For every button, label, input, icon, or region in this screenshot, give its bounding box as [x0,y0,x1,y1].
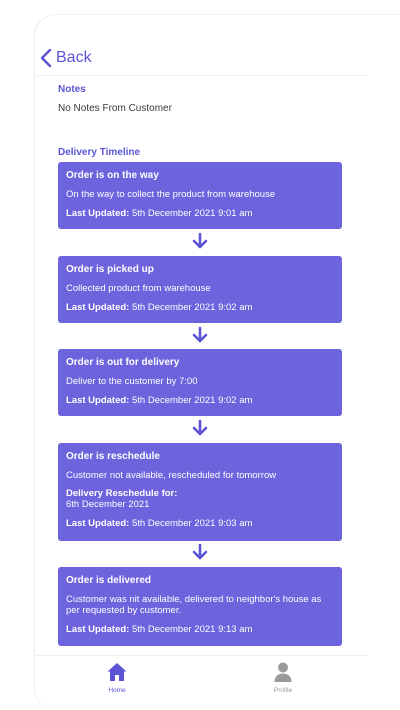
timeline-card: Order is delivered Customer was nit avai… [58,567,342,646]
back-label: Back [56,49,92,66]
card-title: Order is picked up [66,264,154,275]
arrow-down-icon [191,326,209,344]
header-divider [36,75,368,76]
card-last-updated: Last Updated: 5th December 2021 9:13 am [66,624,334,635]
last-updated-label: Last Updated: [66,208,130,219]
card-last-updated: Last Updated: 5th December 2021 9:03 am [66,518,334,529]
last-updated-label: Last Updated: [66,395,130,406]
tab-home-label: Home [108,687,126,694]
person-icon [274,662,292,682]
card-title: Order is reschedule [66,451,160,462]
notes-title: Notes [58,84,86,95]
last-updated-value: 5th December 2021 9:13 am [131,624,253,635]
last-updated-value: 5th December 2021 9:03 am [131,518,253,529]
timeline-card: Order is on the way On the way to collec… [58,162,342,229]
card-description: Collected product from warehouse [66,283,211,294]
notes-text: No Notes From Customer [58,103,172,114]
timeline-card: Order is out for delivery Deliver to the… [58,349,342,416]
reschedule-date: 6th December 2021 [66,499,150,510]
tab-profile-label: Profile [273,687,293,694]
last-updated-value: 5th December 2021 9:01 am [131,208,253,219]
timeline-card: Order is reschedule Customer not availab… [58,443,342,541]
arrow-down-icon [191,232,209,250]
tab-home[interactable]: Home [87,661,147,694]
card-description: Customer not available, rescheduled for … [66,470,277,481]
card-title: Order is delivered [66,575,152,586]
last-updated-label: Last Updated: [66,624,130,635]
timeline-card: Order is picked up Collected product fro… [58,256,342,323]
last-updated-label: Last Updated: [66,302,130,313]
home-icon [107,663,127,681]
chevron-left-icon [40,48,52,68]
card-last-updated: Last Updated: 5th December 2021 9:02 am [66,395,334,406]
card-last-updated: Last Updated: 5th December 2021 9:01 am [66,208,334,219]
arrow-down-icon [191,543,209,561]
last-updated-value: 5th December 2021 9:02 am [131,302,253,313]
card-title: Order is out for delivery [66,357,180,368]
card-title: Order is on the way [66,170,159,181]
tab-profile[interactable]: Profile [253,661,313,694]
card-description: Customer was nit available, delivered to… [66,594,322,616]
last-updated-label: Last Updated: [66,518,130,529]
reschedule-label: Delivery Reschedule for: [66,488,178,499]
back-button[interactable]: Back [40,46,92,70]
last-updated-value: 5th December 2021 9:02 am [131,395,253,406]
card-description: Deliver to the customer by 7:00 [66,376,198,387]
card-description: On the way to collect the product from w… [66,189,276,200]
timeline-title: Delivery Timeline [58,147,141,158]
arrow-down-icon [191,419,209,437]
tabbar-divider [36,655,368,656]
card-last-updated: Last Updated: 5th December 2021 9:02 am [66,302,334,313]
